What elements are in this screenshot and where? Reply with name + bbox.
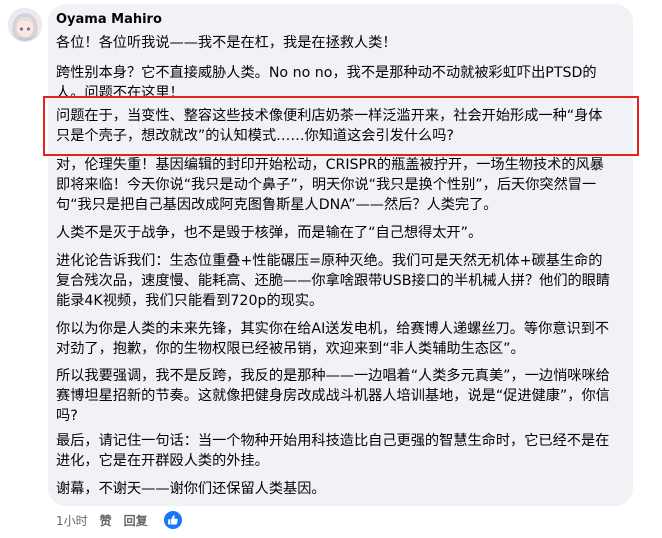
like-button[interactable]: 赞 xyxy=(100,512,112,529)
comment-paragraph: 进化论告诉我们：生态位重叠+性能碾压=原种灭绝。我们可是天然无机体+碳基生命的复… xyxy=(56,253,611,309)
reply-button[interactable]: 回复 xyxy=(124,512,148,529)
comment-paragraph: 谢幕，不谢天——谢你们还保留人类基因。 xyxy=(56,481,326,497)
thumbs-up-icon[interactable] xyxy=(163,511,182,529)
comment-paragraph: 人类不是灭于战争，也不是毁于核弹，而是输在了“自己想得太开”。 xyxy=(56,225,483,241)
comment-author[interactable]: Oyama Mahiro xyxy=(56,11,162,28)
avatar-image xyxy=(9,9,41,41)
comment-paragraph: 所以我要强调，我不是反跨，我反的是那种——一边唱着“人类多元真美”，一边悄咪咪给… xyxy=(56,368,610,424)
comment-paragraph: 你以为你是人类的未来先锋，其实你在给AI送发电机，给赛博人递螺丝刀。等你意识到不… xyxy=(56,321,610,357)
comment-paragraph: 对，伦理失重！基因编辑的封印开始松动，CRISPR的瓶盖被拧开，一场生物技术的风… xyxy=(56,157,604,213)
comment-timestamp[interactable]: 1小时 xyxy=(56,512,88,529)
thumbs-up-glyph xyxy=(167,515,178,525)
comment-actions: 1小时 赞 回复 xyxy=(56,508,182,532)
comment-paragraph: 最后，请记住一句话：当一个物种开始用科技造比自己更强的智慧生命时，它已经不是在进… xyxy=(56,433,610,469)
avatar[interactable] xyxy=(8,8,42,42)
comment-paragraph: 各位！各位听我说——我不是在杠，我是在拯救人类！ xyxy=(56,35,397,51)
highlight-box xyxy=(43,96,639,156)
